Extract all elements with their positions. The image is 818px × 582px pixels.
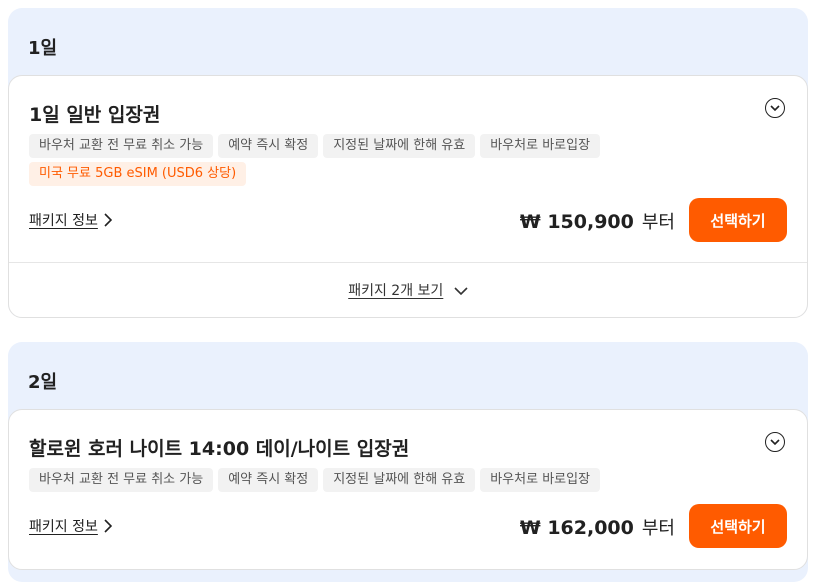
tag-direct-entry: 바우처로 바로입장 bbox=[480, 134, 601, 158]
promo-tag-esim: 미국 무료 5GB eSIM (USD6 상당) bbox=[29, 162, 247, 186]
package-info-link[interactable]: 패키지 정보 bbox=[29, 516, 112, 536]
tag-instant-confirm: 예약 즉시 확정 bbox=[218, 134, 319, 158]
feature-tags: 바우처 교환 전 무료 취소 가능 예약 즉시 확정 지정된 날짜에 한해 유효… bbox=[29, 468, 601, 492]
group-title: 2일 bbox=[28, 372, 58, 393]
package-info-label: 패키지 정보 bbox=[29, 519, 98, 535]
group-1-day: 1일 1일 일반 입장권 바우처 교환 전 무료 취소 가능 예약 즉시 확정 … bbox=[8, 8, 808, 318]
select-button[interactable]: 선택하기 bbox=[689, 504, 787, 548]
expand-button[interactable] bbox=[765, 432, 785, 452]
tag-direct-entry: 바우처로 바로입장 bbox=[480, 468, 601, 492]
package-card: 1일 일반 입장권 바우처 교환 전 무료 취소 가능 예약 즉시 확정 지정된… bbox=[8, 75, 808, 318]
view-more-label: 패키지 2개 보기 bbox=[348, 283, 444, 299]
package-info-link[interactable]: 패키지 정보 bbox=[29, 210, 112, 230]
divider bbox=[9, 262, 807, 263]
tag-free-cancel: 바우처 교환 전 무료 취소 가능 bbox=[29, 134, 214, 158]
feature-tags: 바우처 교환 전 무료 취소 가능 예약 즉시 확정 지정된 날짜에 한해 유효… bbox=[29, 134, 601, 158]
tag-free-cancel: 바우처 교환 전 무료 취소 가능 bbox=[29, 468, 214, 492]
select-button[interactable]: 선택하기 bbox=[689, 198, 787, 242]
package-card: 할로윈 호러 나이트 14:00 데이/나이트 입장권 바우처 교환 전 무료 … bbox=[8, 409, 808, 570]
tag-instant-confirm: 예약 즉시 확정 bbox=[218, 468, 319, 492]
tag-valid-date: 지정된 날짜에 한해 유효 bbox=[323, 134, 476, 158]
package-info-label: 패키지 정보 bbox=[29, 213, 98, 229]
price-suffix: 부터 bbox=[641, 212, 675, 233]
chevron-right-icon bbox=[104, 519, 112, 533]
chevron-right-icon bbox=[104, 213, 112, 227]
chevron-down-icon bbox=[454, 286, 468, 295]
group-2-day: 2일 할로윈 호러 나이트 14:00 데이/나이트 입장권 바우처 교환 전 … bbox=[8, 342, 808, 582]
price-block: ₩ 162,000 부터 bbox=[520, 514, 675, 540]
price: ₩ 150,900 bbox=[519, 211, 634, 233]
price-suffix: 부터 bbox=[641, 518, 675, 539]
chevron-down-icon bbox=[770, 438, 780, 445]
promo-tags: 미국 무료 5GB eSIM (USD6 상당) bbox=[29, 162, 247, 186]
expand-button[interactable] bbox=[765, 98, 785, 118]
view-more-packages-link[interactable]: 패키지 2개 보기 bbox=[9, 280, 807, 300]
group-title: 1일 bbox=[28, 38, 58, 59]
package-title: 1일 일반 입장권 bbox=[29, 104, 161, 126]
tag-valid-date: 지정된 날짜에 한해 유효 bbox=[323, 468, 476, 492]
package-title: 할로윈 호러 나이트 14:00 데이/나이트 입장권 bbox=[29, 438, 410, 460]
price: ₩ 162,000 bbox=[519, 517, 634, 539]
price-block: ₩ 150,900 부터 bbox=[520, 208, 675, 234]
chevron-down-icon bbox=[770, 104, 780, 111]
